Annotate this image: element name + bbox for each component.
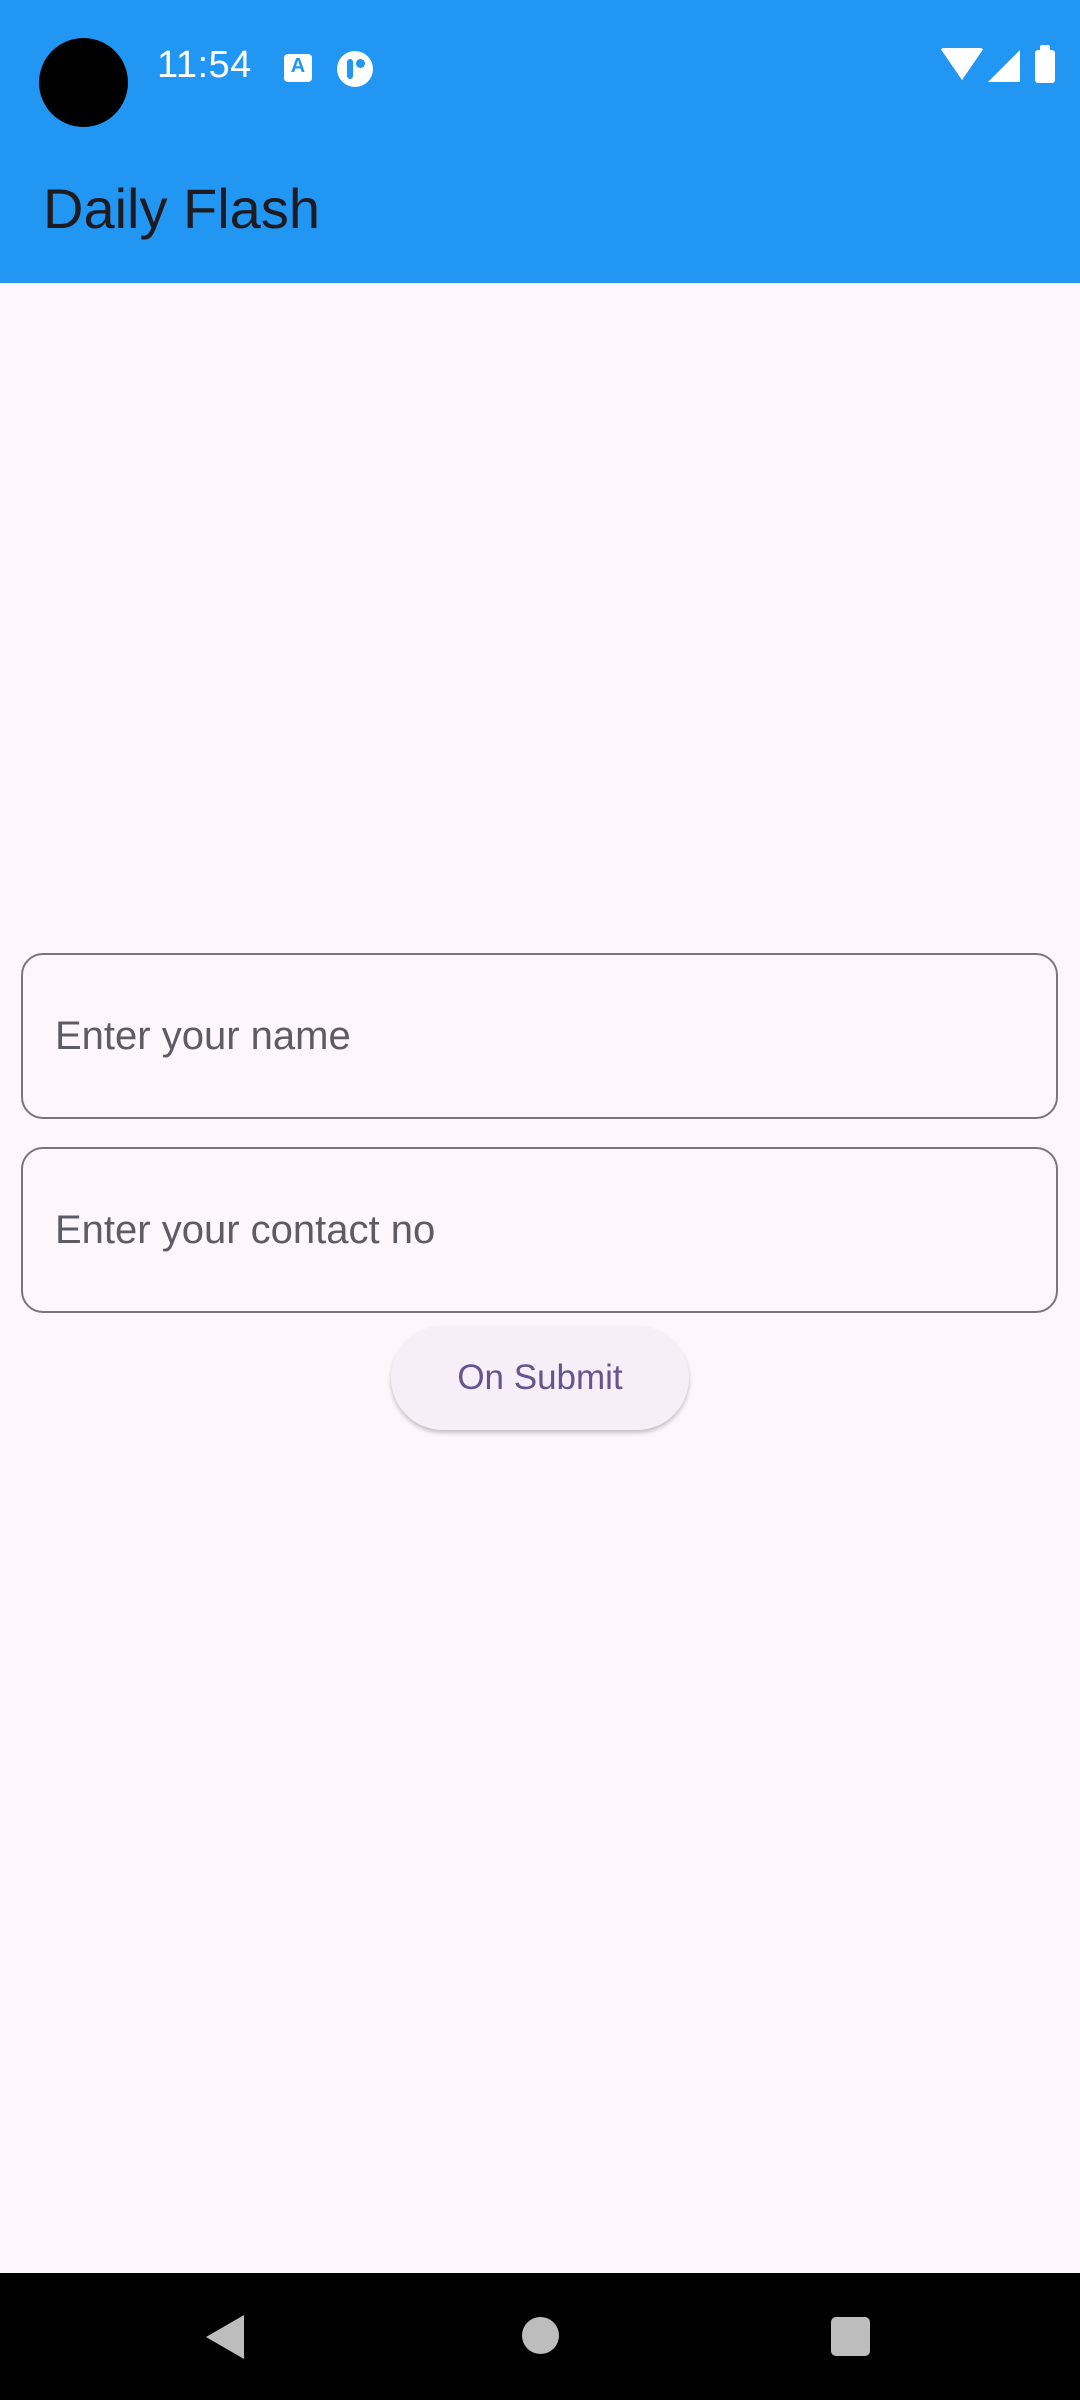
home-icon[interactable] [522,2317,559,2354]
name-input[interactable] [23,955,1056,1117]
system-status-icons [940,45,1060,88]
navigation-bar [0,2273,1080,2400]
app-bar: 11:54 A Daily Flash [0,0,1080,283]
recents-icon[interactable] [831,2317,870,2356]
app-notification-icon [337,51,373,87]
wifi-icon [940,48,984,80]
a-icon: A [284,54,312,82]
signal-icon [988,50,1020,82]
contact-field[interactable] [21,1147,1058,1313]
battery-icon [1035,45,1055,83]
camera-cutout [39,38,128,127]
status-time: 11:54 [157,44,252,86]
app-title: Daily Flash [43,177,320,240]
screen: 11:54 A Daily Flash On Submit [0,0,1080,2400]
submit-button[interactable]: On Submit [391,1326,689,1430]
name-field[interactable] [21,953,1058,1119]
contact-input[interactable] [23,1149,1056,1311]
back-icon[interactable] [206,2315,244,2359]
